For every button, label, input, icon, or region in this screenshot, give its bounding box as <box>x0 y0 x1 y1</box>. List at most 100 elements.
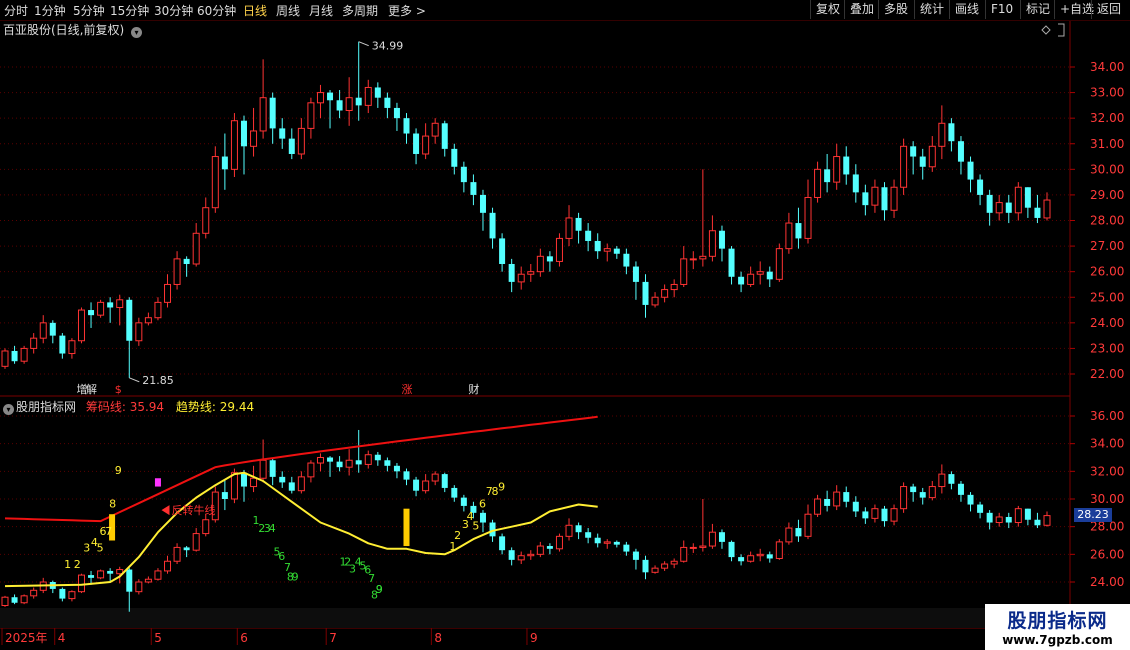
restore-rights-button[interactable]: 复权 <box>810 0 845 19</box>
candle-body-up <box>527 553 535 557</box>
tab-daily[interactable]: 日线 <box>243 2 267 19</box>
candle-body-down <box>508 550 515 560</box>
candle-body-up <box>555 535 563 550</box>
candle-body-down <box>336 100 343 111</box>
candle-body-down <box>1024 508 1031 520</box>
y-tick-label: 32.00 <box>1090 111 1124 125</box>
trend-line-value: 趋势线: 29.44 <box>175 400 255 414</box>
candle-body-up <box>900 486 908 510</box>
candle-body-up <box>756 553 764 557</box>
candle-body-up <box>804 196 812 239</box>
candle-body-down <box>413 133 420 154</box>
candle-body-down <box>948 474 955 484</box>
draw-line-button[interactable]: 画线 <box>949 0 984 19</box>
mark-button[interactable]: 标记 <box>1020 0 1055 19</box>
candle-body-up <box>833 156 841 183</box>
candle-body-up <box>1043 199 1051 219</box>
x-tick-label: 5 <box>154 631 162 645</box>
tab-1min[interactable]: 1分钟 <box>34 2 66 19</box>
tab-60min[interactable]: 60分钟 <box>197 2 236 19</box>
candle-body-up <box>164 560 172 572</box>
logo-url: www.7gpzb.com <box>1002 633 1113 647</box>
candle-body-down <box>327 92 334 101</box>
candle-body-down <box>594 240 601 252</box>
candle-body-up <box>680 258 688 285</box>
candle-body-down <box>862 192 869 206</box>
y-tick-label: 34.00 <box>1090 60 1124 74</box>
diamond-shape <box>1041 25 1051 35</box>
indicator-name[interactable]: 股朋指标网 <box>16 400 76 414</box>
candle-body-down <box>240 120 247 147</box>
candle-body-down <box>403 118 410 134</box>
candle-body-down <box>642 281 649 305</box>
candle-body-up <box>938 122 946 147</box>
candle-body-up <box>603 248 611 252</box>
candle-body-down <box>279 476 286 483</box>
candle-body-down <box>384 460 391 466</box>
tab-15min[interactable]: 15分钟 <box>110 2 149 19</box>
candle-body-up <box>297 127 305 155</box>
candle-body-up <box>804 513 812 537</box>
f10-button[interactable]: F10 <box>985 0 1018 19</box>
statistics-button[interactable]: 统计 <box>914 0 949 19</box>
candle-body-up <box>995 202 1003 214</box>
candle-body-down <box>1034 207 1041 218</box>
count-label-yellow: 9 <box>115 464 122 477</box>
candle-body-down <box>489 212 496 239</box>
x-tick-label: 8 <box>434 631 442 645</box>
tab-multi-period[interactable]: 多周期 <box>342 2 378 19</box>
candle-body-up <box>364 86 372 106</box>
candle-body-up <box>708 230 716 257</box>
candle-body-down <box>967 494 974 505</box>
multi-stock-button[interactable]: 多股 <box>878 0 913 19</box>
candle-body-down <box>986 194 993 213</box>
stock-chart[interactable]: 22.00 23.00 24.00 25.00 26.00 27.00 28.00 29.00… <box>0 0 1130 650</box>
tab-intraday[interactable]: 分时 <box>4 2 28 19</box>
candle-body-up <box>316 92 324 104</box>
tab-5min[interactable]: 5分钟 <box>73 2 105 19</box>
y-tick-label: 28.00 <box>1090 214 1124 228</box>
chip-line-value: 筹码线: 35.94 <box>85 400 165 414</box>
back-button[interactable]: 返回 <box>1091 0 1126 19</box>
candle-body-up <box>785 222 793 250</box>
tab-30min[interactable]: 30分钟 <box>154 2 193 19</box>
chevron-down-icon[interactable]: ▾ <box>131 27 143 38</box>
candle-body-up <box>699 255 707 260</box>
candle-body-up <box>708 531 716 547</box>
candle-body-up <box>1 596 9 607</box>
candle-body-down <box>613 541 620 545</box>
candle-body-up <box>422 135 430 155</box>
x-tick-label: 6 <box>240 631 248 645</box>
y-tick-label: 30.00 <box>1090 162 1124 176</box>
candle-body-up <box>928 145 936 168</box>
candle-body-down <box>126 569 133 592</box>
indicator-y-tick-label: 36.00 <box>1090 409 1124 423</box>
candle-body-down <box>279 128 286 139</box>
candle-body-up <box>995 516 1003 524</box>
candle-body-up <box>756 271 764 275</box>
candle-body-down <box>795 223 802 239</box>
candle-body-down <box>632 551 639 560</box>
candle-body-up <box>144 578 152 583</box>
tab-more[interactable]: 更多 > <box>388 2 426 19</box>
candle-body-down <box>585 532 592 538</box>
tab-monthly[interactable]: 月线 <box>309 2 333 19</box>
candle-body-up <box>661 563 669 569</box>
candle-body-up <box>699 545 707 548</box>
candle-body-up <box>689 258 697 261</box>
candle-body-up <box>364 454 372 465</box>
candle-body-up <box>173 546 181 562</box>
overlay-button[interactable]: 叠加 <box>844 0 879 19</box>
candle-body-down <box>126 299 133 341</box>
candle-body-up <box>135 581 143 593</box>
x-tick-label: 9 <box>530 631 538 645</box>
candle-body-down <box>384 97 391 108</box>
tab-weekly[interactable]: 周线 <box>276 2 300 19</box>
chevron-down-icon[interactable]: ▾ <box>3 404 14 415</box>
indicator-y-tick-label: 32.00 <box>1090 464 1124 478</box>
candle-body-down <box>479 194 486 213</box>
candle-body-up <box>670 283 678 291</box>
candle-body-down <box>1024 187 1031 208</box>
count-label-yellow: 7 <box>105 525 112 538</box>
candle-body-up <box>202 207 210 234</box>
